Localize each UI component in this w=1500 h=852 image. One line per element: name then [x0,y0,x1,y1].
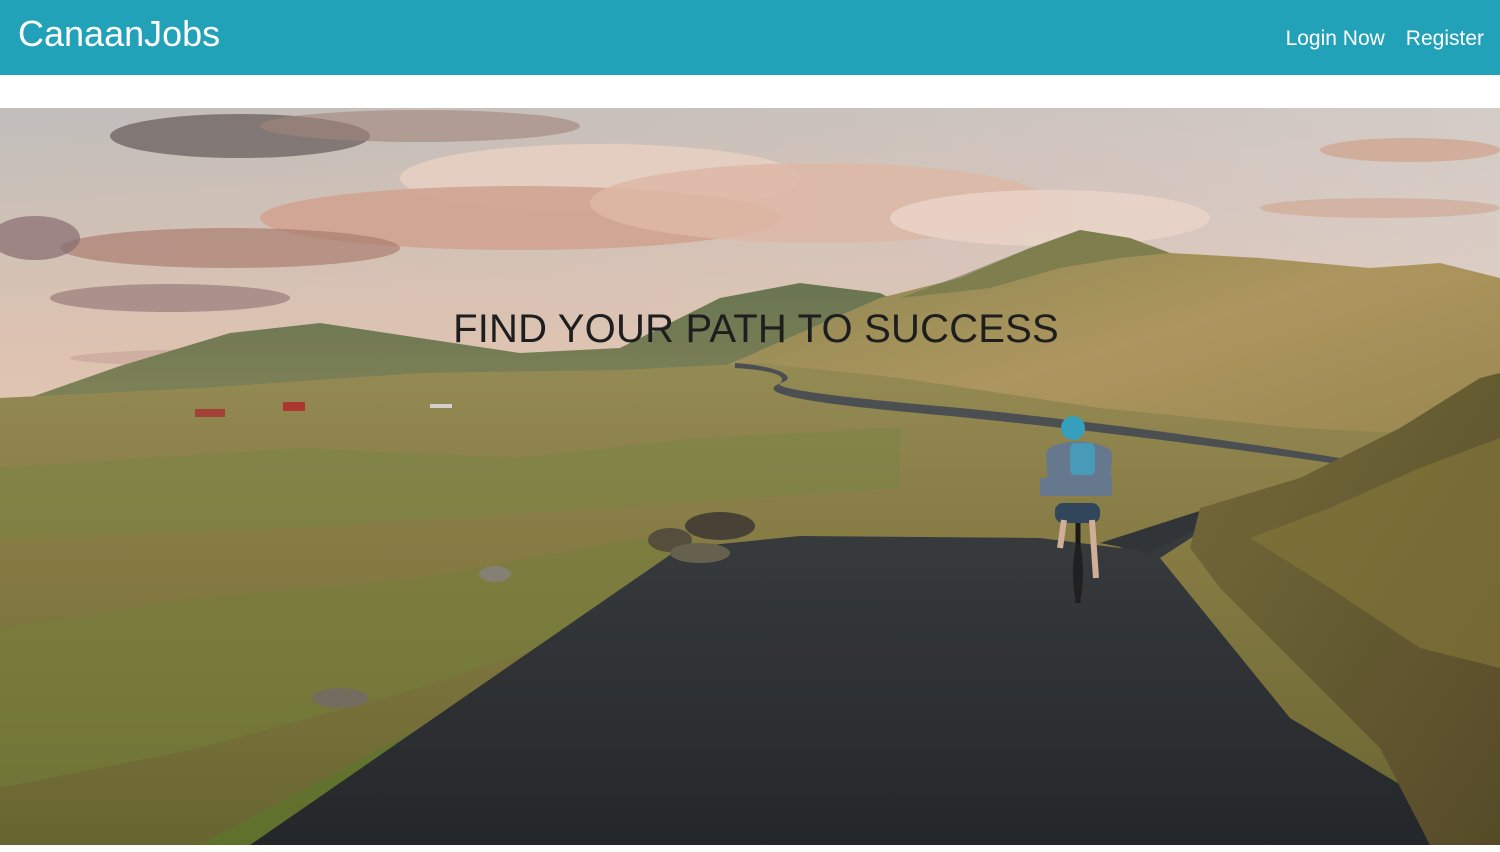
login-now-link[interactable]: Login Now [1286,24,1385,54]
header-spacer [0,75,1500,108]
nav-links: Login Now Register [1286,24,1484,54]
hero-section: FIND YOUR PATH TO SUCCESS [0,108,1500,845]
top-navbar: CanaanJobs Login Now Register [0,0,1500,75]
brand-logo-link[interactable]: CanaanJobs [18,12,220,56]
register-link[interactable]: Register [1406,24,1484,54]
hero-background-image [0,108,1500,845]
bottom-strip [0,845,1500,852]
hero-title: FIND YOUR PATH TO SUCCESS [453,307,1059,351]
